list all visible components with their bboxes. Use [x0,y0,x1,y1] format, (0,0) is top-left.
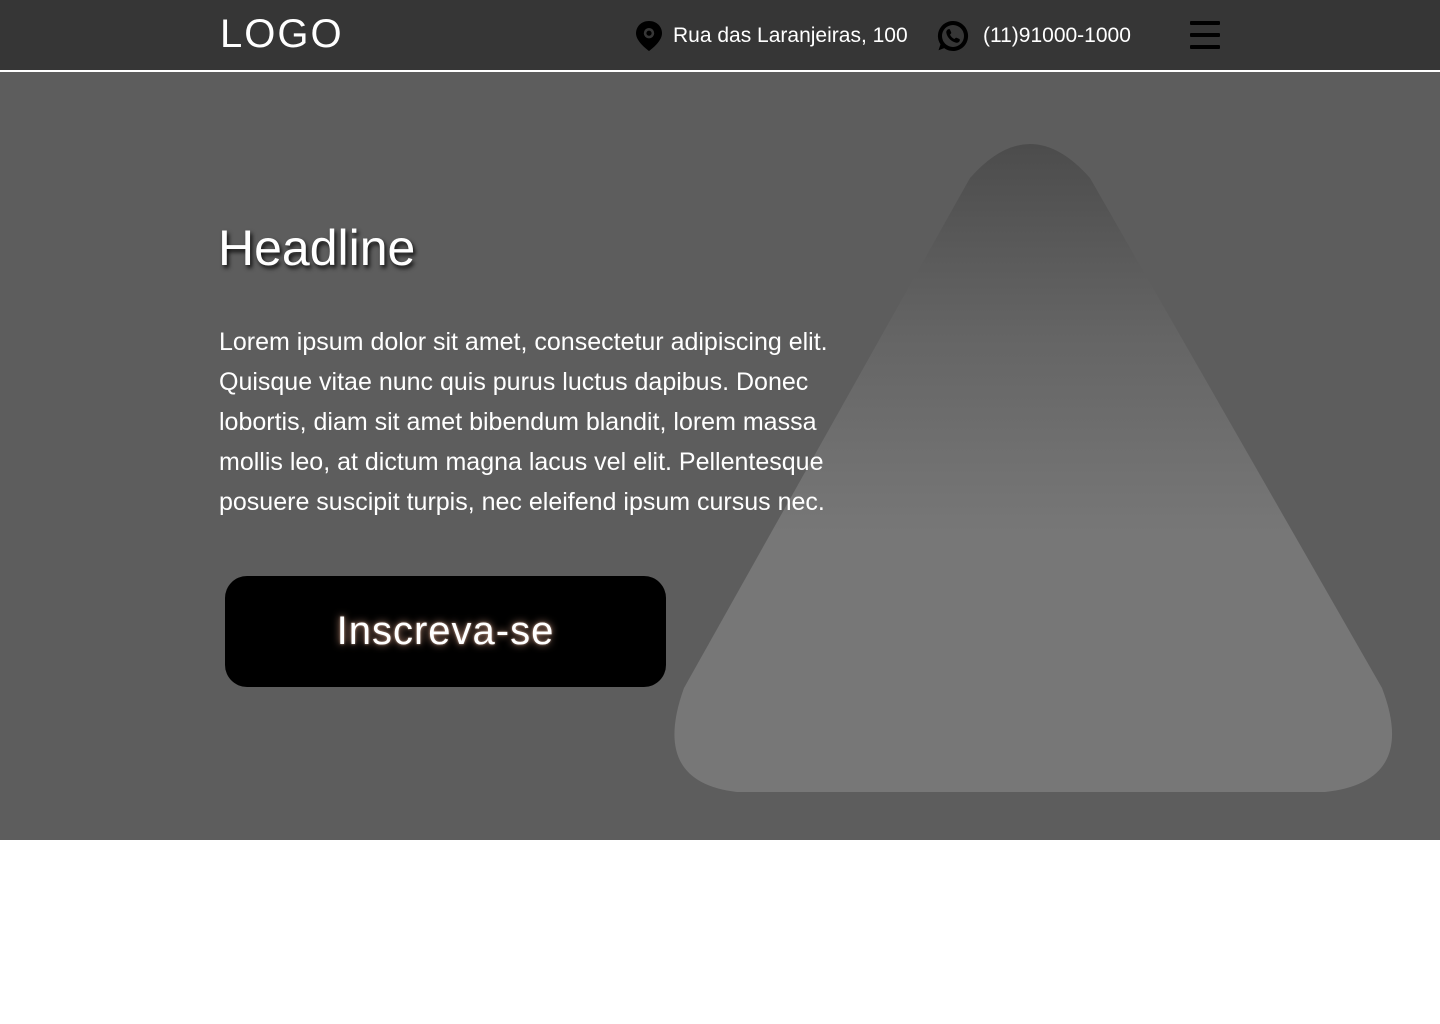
signup-button[interactable]: Inscreva-se [225,576,666,687]
hamburger-menu-icon[interactable] [1190,18,1222,52]
menu-bar-middle [1190,33,1220,37]
address-text: Rua das Laranjeiras, 100 [673,24,908,47]
hero-section: Headline Lorem ipsum dolor sit amet, con… [0,72,1440,840]
hero-headline: Headline [218,220,416,276]
menu-bar-bottom [1190,45,1220,49]
top-header: LOGO Rua das Laranjeiras, 100 (11)91000-… [0,0,1440,72]
phone-contact[interactable]: (11)91000-1000 [936,18,1131,54]
hero-body-text: Lorem ipsum dolor sit amet, consectetur … [219,328,828,516]
phone-text: (11)91000-1000 [983,24,1131,47]
menu-bar-top [1190,21,1220,25]
logo[interactable]: LOGO [220,10,344,58]
whatsapp-icon [936,19,970,53]
map-pin-icon [632,19,666,53]
address-contact[interactable]: Rua das Laranjeiras, 100 [632,18,908,54]
